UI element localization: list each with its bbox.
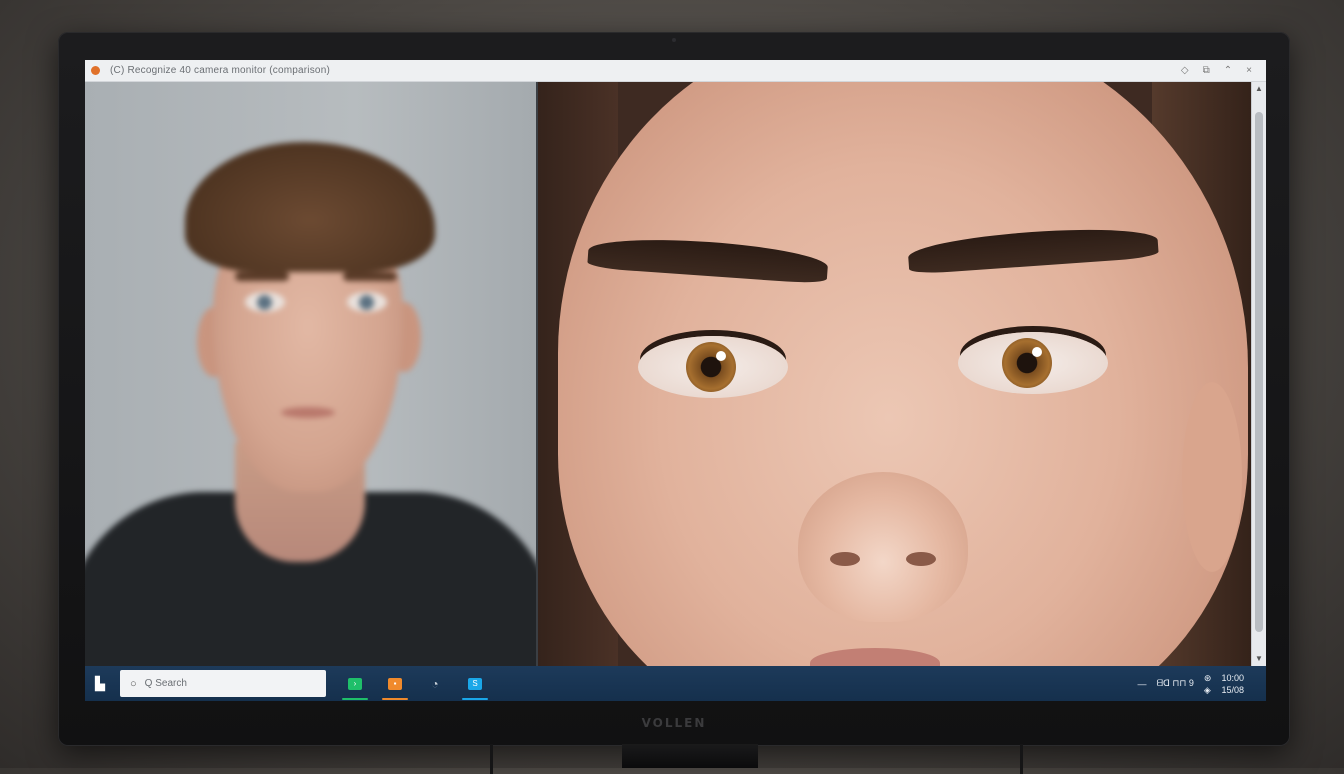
system-tray: — ᗺᗡ ⊓⊓ 9 ⊛ ◈ 10:00 15/08	[1137, 672, 1266, 696]
minimize-button[interactable]: ⌃	[1224, 65, 1232, 76]
window-controls: ◇ ⧉ ⌃ ×	[1181, 65, 1266, 76]
running-indicator	[462, 698, 488, 700]
running-indicator	[382, 698, 408, 700]
man-right-eye	[347, 292, 387, 312]
start-button[interactable]: ▙	[85, 666, 115, 701]
man-right-brow	[343, 272, 397, 281]
woman-right-eye	[958, 332, 1108, 394]
right-image-pane[interactable]	[538, 82, 1252, 666]
vertical-scrollbar[interactable]: ▲ ▼	[1251, 82, 1266, 666]
app-icon	[91, 66, 100, 75]
man-left-eye	[245, 292, 285, 312]
clock-date: 15/08	[1221, 684, 1244, 695]
tray-status-icons: ⊛ ◈	[1204, 672, 1212, 696]
webcam	[672, 38, 676, 42]
search-placeholder: Q Search	[144, 678, 187, 689]
monitor-stand	[622, 744, 758, 768]
man-mouth	[281, 407, 335, 418]
taskbar-app-store[interactable]: S	[458, 666, 492, 701]
man-hair	[185, 142, 435, 272]
woman-ear	[1182, 382, 1242, 572]
terminal-icon: ›	[348, 677, 362, 690]
taskbar: ▙ ○ Q Search › ▪ ◔ S — ᗺᗡ ⊓⊓ 9 ⊛ ◈ 10:00 15…	[85, 666, 1266, 701]
running-indicator	[342, 698, 368, 700]
woman-left-iris	[686, 342, 736, 392]
monitor-bezel: (C) Recognize 40 camera monitor (compari…	[58, 32, 1290, 746]
taskbar-app-files[interactable]: ▪	[378, 666, 412, 701]
young-man-portrait	[85, 82, 536, 666]
woman-nose	[798, 472, 968, 622]
woman-right-nostril	[906, 552, 936, 566]
running-indicator	[422, 698, 448, 700]
scroll-down-arrow-icon[interactable]: ▼	[1252, 652, 1266, 666]
woman-right-iris	[1002, 338, 1052, 388]
clock-time: 10:00	[1221, 672, 1244, 683]
wifi-icon[interactable]: ⊛	[1204, 672, 1212, 684]
hidden-icons-button[interactable]: —	[1137, 679, 1146, 689]
cable-left	[490, 744, 493, 774]
volume-icon[interactable]: ◈	[1204, 684, 1212, 696]
scroll-thumb[interactable]	[1255, 112, 1263, 632]
taskbar-app-terminal[interactable]: ›	[338, 666, 372, 701]
taskbar-search-box[interactable]: ○ Q Search	[120, 670, 326, 697]
woman-left-nostril	[830, 552, 860, 566]
taskbar-app-browser[interactable]: ◔	[418, 666, 452, 701]
window-titlebar[interactable]: (C) Recognize 40 camera monitor (compari…	[85, 60, 1266, 82]
taskbar-apps: › ▪ ◔ S	[332, 666, 492, 701]
browser-icon: ◔	[431, 676, 439, 691]
files-icon: ▪	[388, 677, 402, 690]
screen: (C) Recognize 40 camera monitor (compari…	[85, 60, 1266, 701]
left-image-pane[interactable]	[85, 82, 536, 666]
taskbar-clock[interactable]: 10:00 15/08	[1221, 672, 1244, 696]
restore-button[interactable]: ⧉	[1203, 65, 1210, 76]
cable-right	[1020, 744, 1023, 774]
monitor-brand-logo: VOLLEN	[641, 716, 707, 730]
store-icon: S	[468, 677, 482, 690]
pin-icon[interactable]: ◇	[1181, 65, 1189, 76]
tray-indicators[interactable]: ᗺᗡ ⊓⊓ 9	[1156, 678, 1193, 689]
scroll-up-arrow-icon[interactable]: ▲	[1252, 82, 1266, 96]
close-button[interactable]: ×	[1246, 65, 1252, 76]
search-icon: ○	[130, 677, 137, 690]
man-left-brow	[235, 272, 289, 281]
woman-left-eye	[638, 336, 788, 398]
window-title: (C) Recognize 40 camera monitor (compari…	[110, 65, 330, 76]
